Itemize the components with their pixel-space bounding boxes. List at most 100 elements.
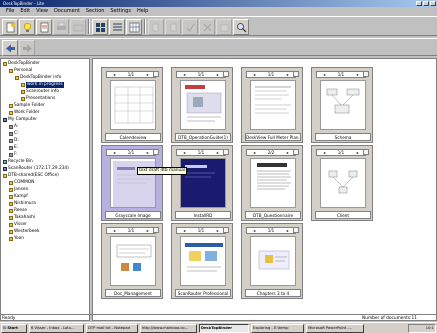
document-card-deskview-plan[interactable]: ◂ 1/1 ▸ DeskView Full Meter Plan... <box>241 67 303 143</box>
move-button[interactable] <box>216 19 232 35</box>
prev-page-icon[interactable]: ◂ <box>183 150 185 156</box>
document-thumbnail[interactable] <box>180 158 226 208</box>
page-navigator[interactable]: ◂ 1/1 ▸ <box>106 227 156 234</box>
document-card-grayscale-image[interactable]: ◂ 1/1 ▸ Grayscale Image <box>101 145 163 221</box>
next-page-icon[interactable]: ▸ <box>287 228 289 234</box>
next-page-icon[interactable]: ▸ <box>147 72 149 78</box>
page-navigator[interactable]: ◂ 1/1 ▸ <box>176 71 226 78</box>
search-button[interactable] <box>233 19 249 35</box>
document-card-doc-management[interactable]: ◂ 1/1 ▸ Doc_Management <box>101 223 163 299</box>
prev-page-icon[interactable]: ◂ <box>323 72 325 78</box>
menu-view[interactable]: View <box>36 8 48 15</box>
page-navigator[interactable]: ◂ 1/1 ▸ <box>316 149 366 156</box>
tree-item-dtb-shared[interactable]: DTB-shared(ESC Office) <box>3 173 59 179</box>
start-button[interactable]: ⊞ Start <box>1 324 27 333</box>
tree-item-jansen[interactable]: Jansen <box>9 187 28 193</box>
document-thumbnail[interactable] <box>180 80 226 130</box>
tree-item-kampf[interactable]: Kampf <box>9 194 28 200</box>
tree-item-presentations[interactable]: Presentations <box>21 96 55 102</box>
new-document-button[interactable] <box>2 19 18 35</box>
taskbar-item-browser[interactable]: http://www.mainboo.co... <box>140 324 197 333</box>
tree-item-scanrouter[interactable]: ScanRouter (172.17.29.234) <box>3 166 69 172</box>
tree-item-takahashi[interactable]: Takahashi <box>9 215 35 221</box>
menu-file[interactable]: File <box>6 8 14 15</box>
taskbar-item-explorer[interactable]: Exploring - E:\temp <box>251 324 304 333</box>
page-navigator[interactable]: ◂ 1/1 ▸ <box>246 227 296 234</box>
document-card-installrd[interactable]: ◂ 1/1 ▸ InstallRD <box>171 145 233 221</box>
tree-item-common[interactable]: COMMON <box>9 180 34 186</box>
prev-page-icon[interactable]: ◂ <box>323 150 325 156</box>
taskbar-item-inbox[interactable]: 6 Visser - Inbox - Lotu... <box>29 324 84 333</box>
tree-item-drive-d[interactable]: D: <box>9 138 19 144</box>
next-page-icon[interactable]: ▸ <box>287 150 289 156</box>
document-thumbnail[interactable] <box>110 236 156 286</box>
tree-item-drive-a[interactable]: A: <box>9 124 18 130</box>
tree-item-desktopbinder-info[interactable]: DeskTopBinder info <box>15 75 61 81</box>
send-button[interactable] <box>70 19 86 35</box>
menu-settings[interactable]: Settings <box>110 8 131 15</box>
split-button[interactable] <box>165 19 181 35</box>
page-navigator[interactable]: ◂ 1/1 ▸ <box>106 149 156 156</box>
document-card-operation-guide[interactable]: ◂ 1/1 ▸ DTB_OperationGuide(1) <box>171 67 233 143</box>
document-thumbnail[interactable] <box>180 236 226 286</box>
open-button[interactable] <box>19 19 35 35</box>
document-card-chapters[interactable]: ◂ 1/1 ▸ Chapters 3 to 4 <box>241 223 303 299</box>
prev-page-icon[interactable]: ◂ <box>113 150 115 156</box>
close-button[interactable] <box>430 1 436 6</box>
view-thumbnails-button[interactable] <box>92 19 108 35</box>
tree-item-drive-e[interactable]: E: <box>9 145 18 151</box>
prev-page-icon[interactable]: ◂ <box>183 228 185 234</box>
tree-item-scanrouter-info[interactable]: Scanrouter info <box>21 89 59 95</box>
tree-item-drive-c[interactable]: C: <box>9 131 18 137</box>
view-list-button[interactable] <box>109 19 125 35</box>
taskbar-item-powerpoint[interactable]: Microsoft PowerPoint -... <box>306 324 364 333</box>
system-tray[interactable]: 10:1 <box>408 324 436 333</box>
page-navigator[interactable]: ◂ 1/1 ▸ <box>176 227 226 234</box>
prev-page-icon[interactable]: ◂ <box>253 72 255 78</box>
document-card-questionnaire[interactable]: ◂ 2/2 ▸ DTB_Questionnaire <box>241 145 303 221</box>
tree-item-nishimura[interactable]: Nishimura <box>9 201 36 207</box>
page-navigator[interactable]: ◂ 1/1 ▸ <box>176 149 226 156</box>
menu-document[interactable]: Document <box>54 8 80 15</box>
next-page-icon[interactable]: ▸ <box>147 150 149 156</box>
view-details-button[interactable] <box>126 19 142 35</box>
maximize-button[interactable] <box>423 1 429 6</box>
page-navigator[interactable]: ◂ 1/1 ▸ <box>106 71 156 78</box>
check-button[interactable] <box>182 19 198 35</box>
document-thumbnail[interactable] <box>110 80 156 130</box>
page-navigator[interactable]: ◂ 2/2 ▸ <box>246 149 296 156</box>
page-navigator[interactable]: ◂ 1/1 ▸ <box>246 71 296 78</box>
tree-item-work-in-progress[interactable]: work in progress <box>21 82 64 88</box>
document-thumbnail[interactable] <box>320 158 366 208</box>
next-page-icon[interactable]: ▸ <box>217 228 219 234</box>
page-navigator[interactable]: ◂ 1/1 ▸ <box>316 71 366 78</box>
next-page-icon[interactable]: ▸ <box>217 72 219 78</box>
tree-item-recycle-bin[interactable]: Recycle Bin <box>3 159 33 165</box>
next-page-icon[interactable]: ▸ <box>357 150 359 156</box>
minimize-button[interactable] <box>416 1 422 6</box>
taskbar-item-desktopbinder[interactable]: DeskTopBinder <box>199 324 249 333</box>
menu-help[interactable]: Help <box>137 8 148 15</box>
document-card-scanrouter-professional[interactable]: ◂ 1/1 ▸ ScanRouter Professional <box>171 223 233 299</box>
prev-page-icon[interactable]: ◂ <box>113 228 115 234</box>
prev-page-icon[interactable]: ◂ <box>253 150 255 156</box>
document-card-client[interactable]: ◂ 1/1 ▸ Client <box>311 145 373 221</box>
document-thumbnail[interactable] <box>250 236 296 286</box>
print-button[interactable] <box>53 19 69 35</box>
properties-button[interactable] <box>36 19 52 35</box>
tree-item-yoon[interactable]: Yoon <box>9 236 24 242</box>
prev-page-icon[interactable]: ◂ <box>183 72 185 78</box>
tree-item-reese[interactable]: Reese <box>9 208 27 214</box>
menu-edit[interactable]: Edit <box>20 8 30 15</box>
next-page-icon[interactable]: ▸ <box>217 150 219 156</box>
next-page-icon[interactable]: ▸ <box>147 228 149 234</box>
next-page-icon[interactable]: ▸ <box>357 72 359 78</box>
delete-button[interactable] <box>199 19 215 35</box>
forward-button[interactable] <box>19 40 35 56</box>
tree-item-visser[interactable]: Visser <box>9 222 27 228</box>
document-thumbnail[interactable] <box>250 80 296 130</box>
taskbar-item-notepad[interactable]: DTP mail txt - Notepad <box>86 324 138 333</box>
tree-item-drive-f[interactable]: F: <box>9 152 18 158</box>
next-page-icon[interactable]: ▸ <box>287 72 289 78</box>
folder-tree[interactable]: DeskTopBinder Personal DeskTopBinder inf… <box>0 58 90 321</box>
